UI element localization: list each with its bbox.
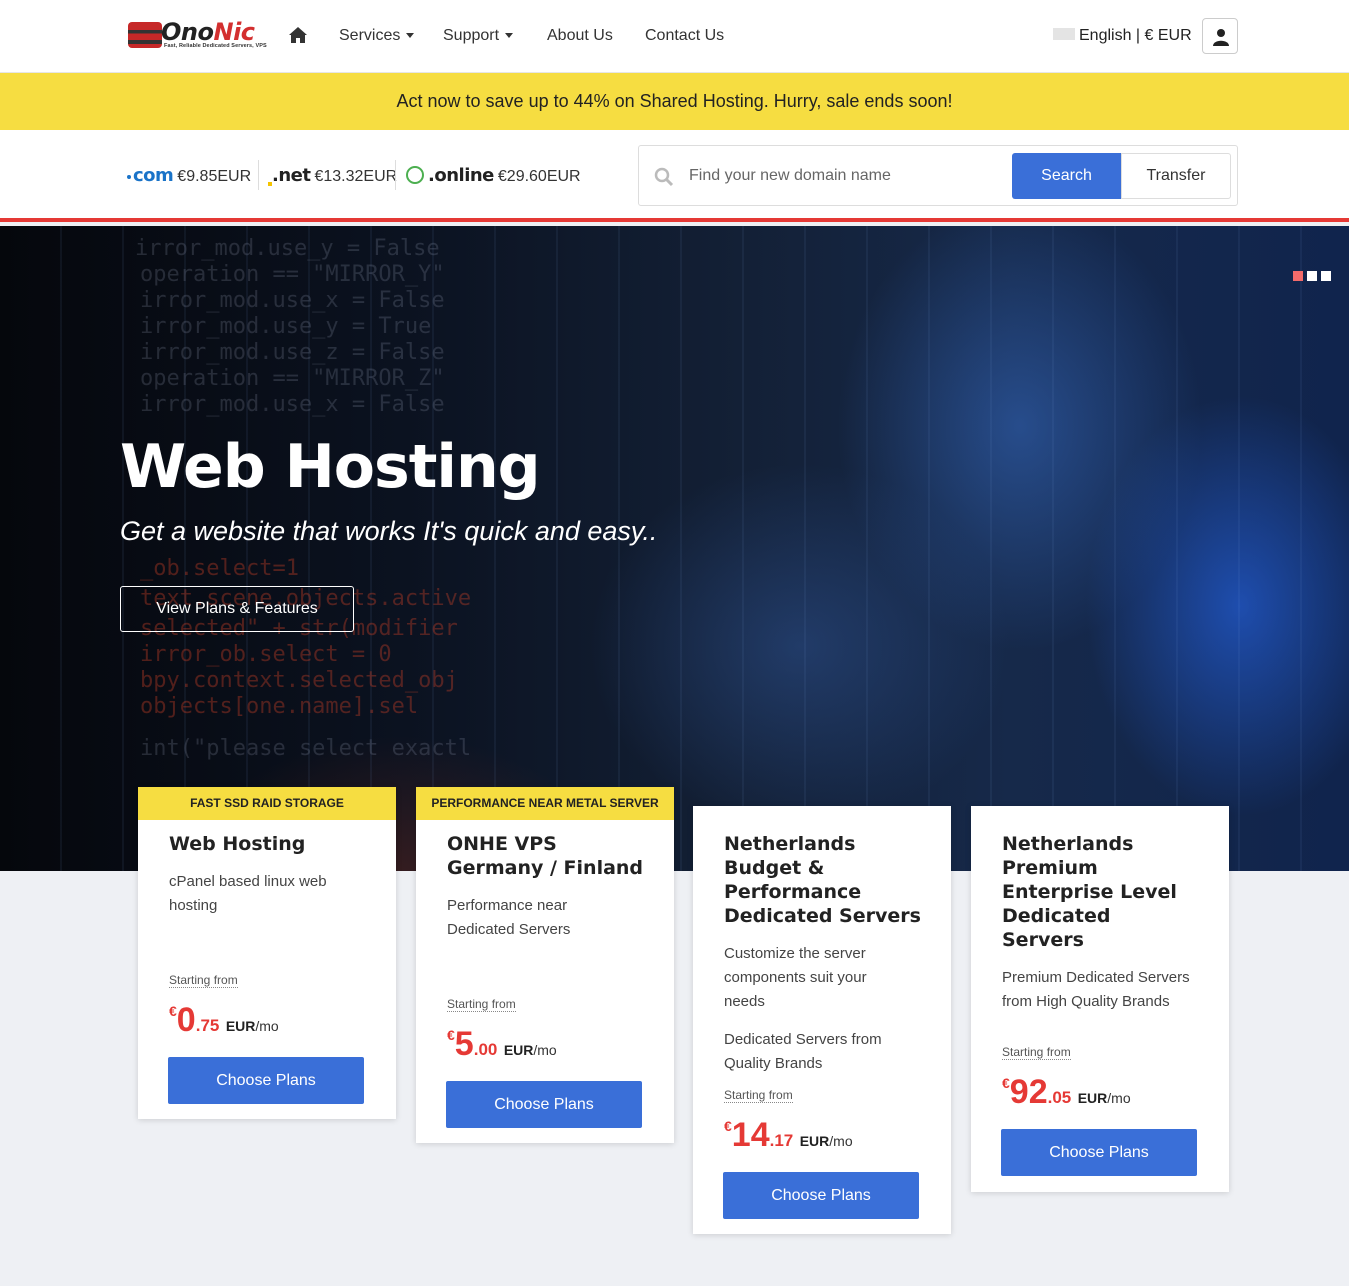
domain-search-bar: com €9.85EUR .net €13.32EUR .online €29.60E… — [0, 130, 1349, 222]
server-logo-icon — [128, 22, 162, 48]
plan-title: Netherlands Premium Enterprise Level Ded… — [1002, 833, 1177, 951]
plan-description-secondary: Dedicated Servers from Quality Brands — [724, 1031, 882, 1072]
domain-search-form: Search Transfer — [638, 145, 1238, 206]
promo-banner[interactable]: Act now to save up to 44% on Shared Host… — [0, 73, 1349, 130]
choose-plans-button[interactable]: Choose Plans — [1001, 1129, 1197, 1176]
nav-services[interactable]: Services — [339, 27, 415, 45]
slider-indicators — [1289, 268, 1331, 286]
plan-price: €14.17 EUR/mo — [724, 1116, 853, 1154]
view-plans-button[interactable]: View Plans & Features — [120, 586, 354, 632]
choose-plans-button[interactable]: Choose Plans — [723, 1172, 919, 1219]
caret-down-icon — [406, 33, 415, 39]
plan-description: Customize the server components suit you… — [724, 945, 867, 1010]
plan-card-nl-premium-dedicated: Netherlands Premium Enterprise Level Ded… — [971, 806, 1229, 1192]
nav-about[interactable]: About Us — [547, 27, 613, 45]
starting-from-label: Starting from — [1002, 1045, 1071, 1060]
divider — [395, 160, 396, 190]
language-currency-selector[interactable]: English | € EUR — [1053, 27, 1192, 45]
plan-title: Netherlands Budget & Performance Dedicat… — [724, 833, 921, 927]
choose-plans-button[interactable]: Choose Plans — [446, 1081, 642, 1128]
plan-card-vps: PERFORMANCE NEAR METAL SERVER ONHE VPS G… — [416, 787, 674, 1143]
plan-title: ONHE VPS Germany / Finland — [447, 833, 644, 879]
brand-name: OnoNic — [161, 18, 255, 46]
nav-support[interactable]: Support — [443, 27, 514, 45]
brand-tagline: Fast, Reliable Dedicated Servers, VPS — [164, 43, 267, 49]
plan-price: €5.00 EUR/mo — [447, 1025, 557, 1063]
slide-dot[interactable] — [1321, 271, 1331, 281]
tld-online[interactable]: .online €29.60EUR — [406, 165, 581, 186]
starting-from-label: Starting from — [724, 1088, 793, 1103]
search-button[interactable]: Search — [1012, 153, 1121, 199]
divider — [258, 160, 259, 190]
top-navbar: OnoNic Fast, Reliable Dedicated Servers,… — [0, 0, 1349, 73]
plan-description: Performance near Dedicated Servers — [447, 897, 571, 938]
hero-subtitle: Get a website that works It's quick and … — [120, 516, 658, 546]
flag-icon — [1053, 27, 1075, 40]
home-icon[interactable] — [288, 26, 308, 44]
plan-price: €0.75 EUR/mo — [169, 1001, 279, 1039]
hero-slider: irror_mod.use_y = False operation == "MI… — [0, 226, 1349, 871]
transfer-button[interactable]: Transfer — [1121, 153, 1231, 199]
choose-plans-button[interactable]: Choose Plans — [168, 1057, 364, 1104]
slide-dot[interactable] — [1307, 271, 1317, 281]
dot-icon — [127, 174, 131, 179]
domain-search-input[interactable] — [689, 156, 1009, 196]
plan-description: Premium Dedicated Servers from High Qual… — [1002, 969, 1190, 1010]
plan-title: Web Hosting — [169, 833, 306, 855]
plan-description: cPanel based linux web hosting — [169, 873, 327, 914]
plan-badge: FAST SSD RAID STORAGE — [138, 787, 396, 820]
user-icon — [1213, 29, 1229, 46]
search-icon — [654, 167, 674, 187]
slide-dot[interactable] — [1293, 271, 1303, 281]
plan-badge: PERFORMANCE NEAR METAL SERVER — [416, 787, 674, 820]
brand-logo[interactable]: OnoNic Fast, Reliable Dedicated Servers,… — [128, 18, 273, 54]
starting-from-label: Starting from — [169, 973, 238, 988]
hero-title: Web Hosting — [120, 432, 541, 502]
nav-contact[interactable]: Contact Us — [645, 27, 724, 45]
caret-down-icon — [505, 33, 514, 39]
plan-price: €92.05 EUR/mo — [1002, 1073, 1131, 1111]
plan-card-web-hosting: FAST SSD RAID STORAGE Web Hosting cPanel… — [138, 787, 396, 1119]
tld-net[interactable]: .net €13.32EUR — [268, 165, 397, 186]
globe-icon — [406, 165, 424, 184]
account-button[interactable] — [1202, 18, 1238, 54]
plan-card-nl-budget-dedicated: Netherlands Budget & Performance Dedicat… — [693, 806, 951, 1234]
starting-from-label: Starting from — [447, 997, 516, 1012]
tld-com[interactable]: com €9.85EUR — [127, 165, 251, 186]
